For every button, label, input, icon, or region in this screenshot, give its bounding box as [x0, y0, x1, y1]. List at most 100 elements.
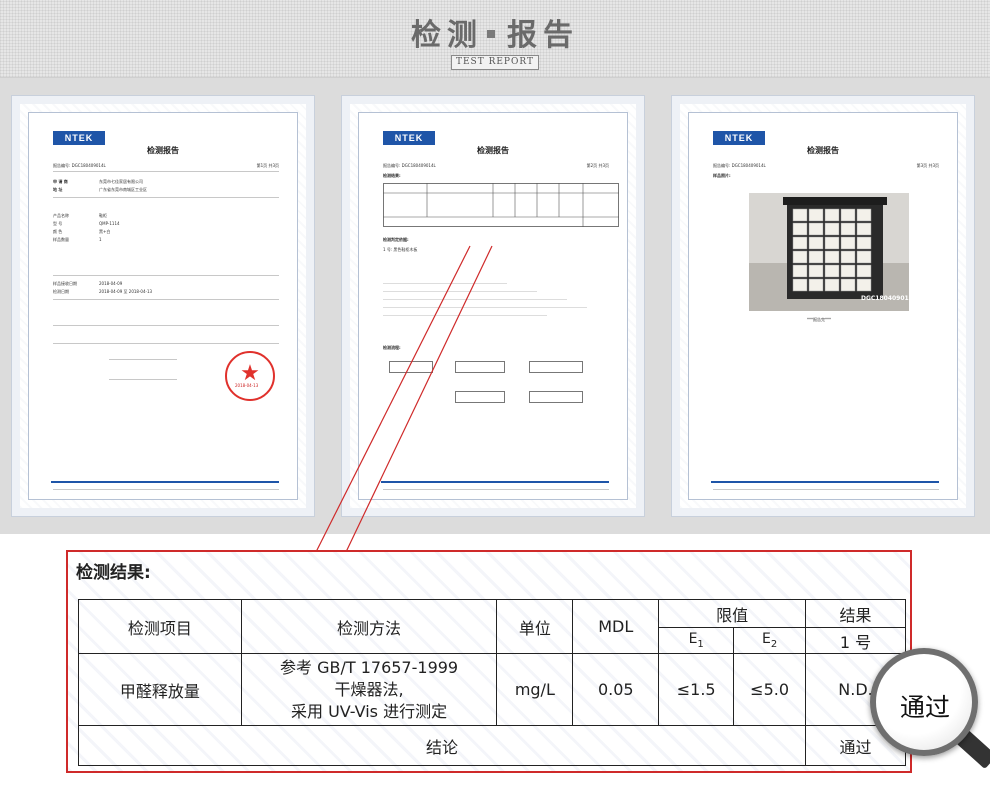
- page-border: NTEK 检测报告 报告编号: DGC180409014L 第1页 共3页 申 …: [28, 112, 298, 500]
- ntek-logo: NTEK: [53, 131, 105, 145]
- field-label: 地 址: [53, 187, 63, 192]
- field-value: 广东省东莞市南城区工业区: [99, 187, 147, 192]
- header-e1: E1: [658, 627, 735, 654]
- divider: [53, 197, 279, 198]
- header-sample: 1 号: [805, 627, 906, 654]
- report-page-3: NTEK 检测报告 报告编号: DGC180409014L 第3页 共3页 样品…: [671, 95, 975, 517]
- field-value: 2018-04-09: [99, 281, 123, 286]
- header-unit: 单位: [496, 599, 574, 654]
- page-border: NTEK 检测报告 报告编号: DGC180409014L 第2页 共3页 检测…: [358, 112, 628, 500]
- result-table: 检测项目 检测方法 单位 MDL 限值 结果 E1 E2 1 号 甲醛释放量 参…: [77, 599, 906, 766]
- flow-box: [529, 391, 583, 403]
- sample-note: 1 号: 黑色鞋柜木板: [383, 247, 418, 252]
- doc-title: 检测报告: [807, 146, 839, 155]
- field-label: 申 请 商: [53, 179, 68, 184]
- page-number: 第3页 共3页: [916, 163, 939, 168]
- text-line: [383, 299, 567, 300]
- flow-box: [455, 361, 505, 373]
- flow-box: [529, 361, 583, 373]
- magnifier-text: 通过: [899, 693, 950, 722]
- text-line: [383, 315, 547, 316]
- cell-unit: mg/L: [496, 653, 574, 726]
- report-page-2: NTEK 检测报告 报告编号: DGC180409014L 第2页 共3页 检测…: [341, 95, 645, 517]
- e1-subscript: 1: [697, 638, 704, 650]
- header-mdl: MDL: [572, 599, 660, 654]
- field-value: 鞋柜: [99, 213, 107, 218]
- e2-label: E: [761, 631, 771, 648]
- header-title: 检测 报告: [0, 10, 990, 54]
- divider: [53, 171, 279, 172]
- signature-line: [109, 379, 177, 380]
- footer-rule: [381, 481, 609, 483]
- signature-line: [109, 359, 177, 360]
- result-heading: 检测结果:: [76, 563, 151, 583]
- photo-caption: ***报告完***: [807, 317, 831, 322]
- ntek-logo: NTEK: [713, 131, 765, 145]
- cell-e1: ≤1.5: [658, 653, 735, 726]
- separator-dot-icon: [487, 29, 495, 38]
- sample-photo: DGC180409014: [749, 193, 913, 311]
- header-result: 结果: [805, 599, 906, 628]
- doc-title: 检测报告: [147, 146, 179, 155]
- header-method: 检测方法: [240, 599, 498, 654]
- cell-e2: ≤5.0: [733, 653, 807, 726]
- method-line: 干燥器法,: [334, 679, 404, 699]
- field-label: 样品数量: [53, 237, 69, 242]
- header-item: 检测项目: [78, 599, 242, 654]
- divider: [53, 489, 279, 490]
- field-label: 颜 色: [53, 229, 63, 234]
- official-seal-icon: ★: [225, 351, 275, 401]
- section-heading: 样品照片:: [713, 173, 731, 178]
- conclusion-label: 结论: [77, 725, 807, 766]
- footer-rule: [51, 481, 279, 483]
- doc-title: 检测报告: [477, 146, 509, 155]
- method-line: 采用 UV-Vis 进行测定: [291, 701, 448, 721]
- cell-item: 甲醛释放量: [78, 653, 242, 726]
- header-e2: E2: [733, 627, 807, 654]
- result-panel: 检测结果: 检测项目 检测方法 单位 MDL 限值 结果 E1 E2 1 号 甲…: [66, 550, 912, 773]
- divider: [383, 489, 609, 490]
- flow-box: [455, 391, 505, 403]
- page-number: 第2页 共3页: [586, 163, 609, 168]
- divider: [53, 325, 279, 326]
- field-label: 产品名称: [53, 213, 69, 218]
- divider: [53, 299, 279, 300]
- photo-tag: DGC180409014: [861, 295, 913, 302]
- field-label: 检测日期: [53, 289, 69, 294]
- page-number: 第1页 共3页: [256, 163, 279, 168]
- field-label: 样品接收日期: [53, 281, 77, 286]
- section-heading: 检测判定依据:: [383, 237, 409, 242]
- report-number: 报告编号: DGC180409014L: [53, 163, 106, 168]
- divider: [53, 343, 279, 344]
- page-border: NTEK 检测报告 报告编号: DGC180409014L 第3页 共3页 样品…: [688, 112, 958, 500]
- e2-subscript: 2: [770, 638, 778, 650]
- divider: [53, 275, 279, 276]
- shoe-cabinet-image: [749, 197, 909, 311]
- ntek-logo: NTEK: [383, 131, 435, 145]
- header-subtitle: TEST REPORT: [451, 55, 539, 70]
- cell-mdl: 0.05: [572, 653, 660, 726]
- field-value: 2018-04-09 至 2018-04-13: [99, 289, 153, 294]
- text-line: [383, 291, 537, 292]
- text-line: [383, 307, 587, 308]
- text-line: [383, 283, 507, 284]
- field-label: 型 号: [53, 221, 63, 226]
- header-band: 检测 报告 TEST REPORT: [0, 0, 990, 78]
- page: 检测 报告 TEST REPORT NTEK 检测报告 报告编号: DGC1804…: [0, 0, 990, 803]
- report-page-1: NTEK 检测报告 报告编号: DGC180409014L 第1页 共3页 申 …: [11, 95, 315, 517]
- divider: [713, 489, 939, 490]
- report-number: 报告编号: DGC180409014L: [713, 163, 766, 168]
- field-value: QMP-1114: [99, 221, 120, 226]
- seal-date: 2018-04-13: [235, 383, 259, 388]
- header-limit: 限值: [658, 599, 807, 628]
- header-title-part-b: 报告: [507, 18, 579, 53]
- flow-box: [389, 361, 433, 373]
- mini-result-table: [383, 183, 619, 227]
- field-value: 黑+白: [99, 229, 111, 234]
- footer-rule: [711, 481, 939, 483]
- section-heading: 检测流程:: [383, 345, 401, 350]
- cell-method: 参考 GB/T 17657-1999 干燥器法, 采用 UV-Vis 进行测定: [240, 653, 498, 726]
- section-heading: 检测结果:: [383, 173, 401, 178]
- method-line: 参考 GB/T 17657-1999: [280, 657, 459, 677]
- report-number: 报告编号: DGC180409014L: [383, 163, 436, 168]
